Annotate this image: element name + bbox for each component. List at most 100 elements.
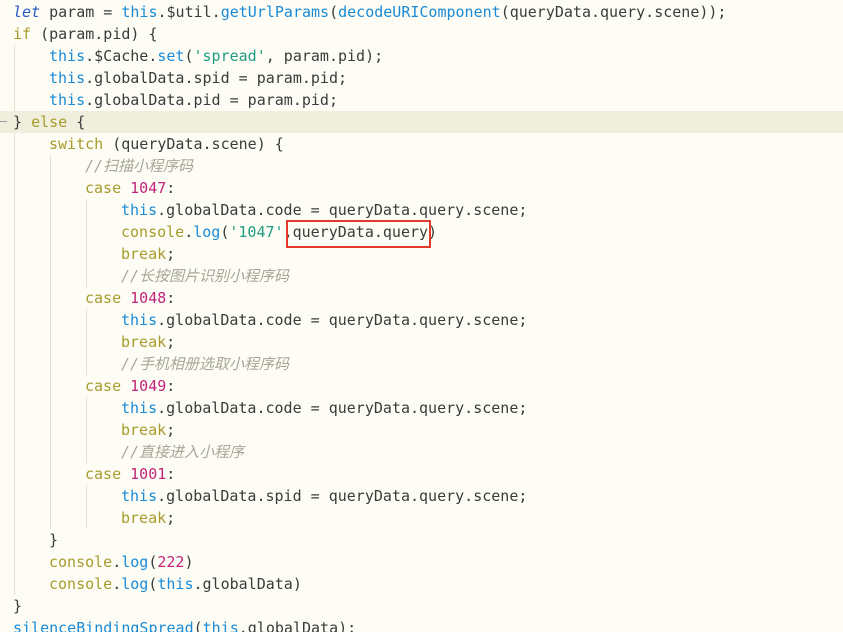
indent-guide xyxy=(86,353,87,375)
indent-guide xyxy=(86,221,87,243)
indent-guide xyxy=(14,287,15,309)
code-line[interactable]: silenceBindingSpread(this.globalData); xyxy=(0,617,843,632)
code-token: this xyxy=(157,575,194,593)
code-text: case 1047: xyxy=(85,177,175,199)
code-token: //直接进入小程序 xyxy=(121,443,245,461)
code-line[interactable]: this.globalData.code = queryData.query.s… xyxy=(0,199,843,221)
code-token: , param.pid); xyxy=(265,47,384,65)
code-line[interactable]: //手机相册选取小程序码 xyxy=(0,353,843,375)
code-text: this.globalData.spid = param.pid; xyxy=(49,67,347,89)
code-token: } xyxy=(13,113,32,131)
indent-guide xyxy=(86,485,87,507)
code-text: break; xyxy=(121,331,175,353)
code-token: ( xyxy=(329,3,339,21)
indent-guide xyxy=(14,529,15,551)
code-token: (queryData.scene) { xyxy=(103,135,284,153)
code-token: ; xyxy=(166,333,176,351)
code-text: break; xyxy=(121,419,175,441)
code-token: } xyxy=(13,597,23,615)
code-line[interactable]: } xyxy=(0,529,843,551)
code-text: console.log(this.globalData) xyxy=(49,573,302,595)
indent-guide xyxy=(50,221,51,243)
indent-guide xyxy=(14,331,15,353)
code-token: ; xyxy=(166,421,176,439)
indent-guide xyxy=(86,507,87,529)
code-text: //扫描小程序码 xyxy=(85,155,193,177)
code-line[interactable]: //长按图片识别小程序码 xyxy=(0,265,843,287)
code-token: this xyxy=(49,47,86,65)
code-token: ; xyxy=(166,509,176,527)
code-line[interactable]: this.globalData.pid = param.pid; xyxy=(0,89,843,111)
code-token: . xyxy=(112,575,122,593)
code-line[interactable]: } else { xyxy=(0,111,843,133)
code-token: : xyxy=(166,377,176,395)
code-line[interactable]: this.$Cache.set('spread', param.pid); xyxy=(0,45,843,67)
code-line[interactable]: this.globalData.spid = queryData.query.s… xyxy=(0,485,843,507)
code-line[interactable]: this.globalData.spid = param.pid; xyxy=(0,67,843,89)
code-token: '1047' xyxy=(229,223,284,241)
indent-guide xyxy=(14,45,15,67)
code-line[interactable]: break; xyxy=(0,331,843,353)
code-token: .globalData) xyxy=(193,575,302,593)
code-token: this xyxy=(121,311,158,329)
code-token: silenceBindingSpread xyxy=(13,619,194,632)
indent-guide xyxy=(14,89,15,111)
code-line[interactable]: this.globalData.code = queryData.query.s… xyxy=(0,397,843,419)
code-token: .globalData.pid = param.pid; xyxy=(85,91,338,109)
code-token: : xyxy=(166,465,176,483)
code-line[interactable]: } xyxy=(0,595,843,617)
code-token: break xyxy=(121,245,167,263)
code-token: 1049 xyxy=(130,377,167,395)
code-text: break; xyxy=(121,507,175,529)
code-token: (queryData.query.scene)); xyxy=(500,3,727,21)
code-line[interactable]: this.globalData.code = queryData.query.s… xyxy=(0,309,843,331)
code-token: . xyxy=(184,223,194,241)
code-text: //直接进入小程序 xyxy=(121,441,244,463)
code-line[interactable]: if (param.pid) { xyxy=(0,23,843,45)
indent-guide xyxy=(50,441,51,463)
code-token: break xyxy=(121,333,167,351)
code-token: this xyxy=(49,91,86,109)
code-token: .globalData.code = queryData.query.scene… xyxy=(157,399,528,417)
code-line[interactable]: case 1049: xyxy=(0,375,843,397)
indent-guide xyxy=(50,199,51,221)
code-text: } xyxy=(13,595,22,617)
code-token: switch xyxy=(49,135,104,153)
code-text: break; xyxy=(121,243,175,265)
indent-guide xyxy=(86,309,87,331)
code-text: this.globalData.spid = queryData.query.s… xyxy=(121,485,527,507)
code-line[interactable]: break; xyxy=(0,507,843,529)
code-line[interactable]: //直接进入小程序 xyxy=(0,441,843,463)
code-line[interactable]: case 1048: xyxy=(0,287,843,309)
code-token: break xyxy=(121,421,167,439)
indent-guide xyxy=(86,419,87,441)
indent-guide xyxy=(14,199,15,221)
code-text: this.globalData.pid = param.pid; xyxy=(49,89,338,111)
code-line[interactable]: console.log(222) xyxy=(0,551,843,573)
code-text: if (param.pid) { xyxy=(13,23,158,45)
indent-guide xyxy=(50,287,51,309)
indent-guide xyxy=(14,419,15,441)
code-editor[interactable]: let param = this.$util.getUrlParams(deco… xyxy=(0,0,843,632)
code-token: //长按图片识别小程序码 xyxy=(121,267,290,285)
code-token: getUrlParams xyxy=(220,3,330,21)
code-line[interactable]: //扫描小程序码 xyxy=(0,155,843,177)
indent-guide xyxy=(50,419,51,441)
code-line[interactable]: break; xyxy=(0,419,843,441)
code-line[interactable]: console.log(this.globalData) xyxy=(0,573,843,595)
code-token: .globalData.spid = queryData.query.scene… xyxy=(157,487,528,505)
indent-guide xyxy=(14,243,15,265)
code-token: .globalData); xyxy=(238,619,357,632)
code-token: .globalData.spid = param.pid; xyxy=(85,69,348,87)
code-token: this xyxy=(49,69,86,87)
code-line[interactable]: case 1001: xyxy=(0,463,843,485)
code-line[interactable]: switch (queryData.scene) { xyxy=(0,133,843,155)
indent-guide xyxy=(14,573,15,595)
code-line[interactable]: case 1047: xyxy=(0,177,843,199)
code-line[interactable]: let param = this.$util.getUrlParams(deco… xyxy=(0,1,843,23)
code-text: } xyxy=(49,529,58,551)
code-token: this xyxy=(121,399,158,417)
